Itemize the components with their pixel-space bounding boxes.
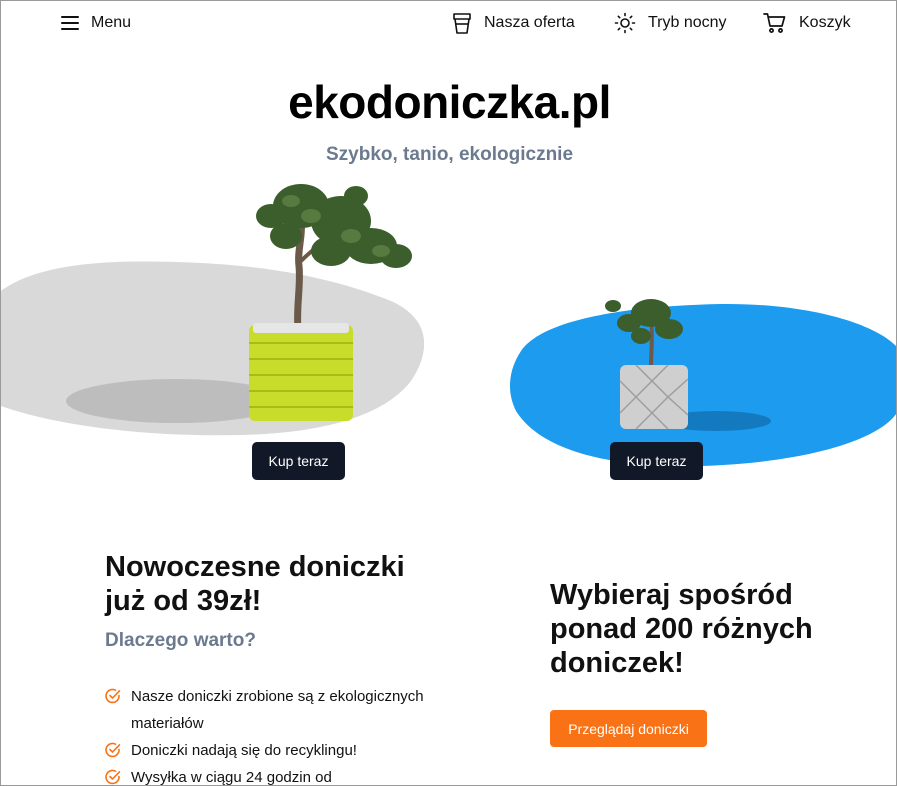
- list-item: Doniczki nadają się do recyklingu!: [105, 737, 425, 764]
- buy-now-button-2[interactable]: Kup teraz: [610, 442, 703, 480]
- browse-pots-button[interactable]: Przeglądaj doniczki: [550, 710, 707, 747]
- features-list: Nasze doniczki zrobione są z ekologiczny…: [105, 683, 425, 786]
- section-title-modern-pots: Nowoczesne doniczki już od 39zł!: [105, 551, 405, 617]
- feature-text: Doniczki nadają się do recyklingu!: [131, 742, 357, 759]
- list-item: Wysyłka w ciągu 24 godzin od: [105, 764, 425, 786]
- list-item: Nasze doniczki zrobione są z ekologiczny…: [105, 683, 425, 737]
- section-subtitle-why: Dlaczego warto?: [105, 630, 256, 651]
- check-circle-icon: [105, 688, 121, 704]
- buy-now-button-1[interactable]: Kup teraz: [252, 442, 345, 480]
- hero-illustration: [1, 184, 896, 467]
- product-2-backdrop: [510, 303, 896, 467]
- check-circle-icon: [105, 742, 121, 758]
- page-frame: Menu Nasza oferta Tryb nocny Koszyk ekod…: [0, 0, 897, 786]
- check-circle-icon: [105, 769, 121, 785]
- feature-text: Wysyłka w ciągu 24 godzin od: [131, 769, 332, 786]
- feature-text: Nasze doniczki zrobione są z ekologiczny…: [131, 688, 424, 732]
- section-title-choose: Wybieraj spośród ponad 200 różnych donic…: [550, 579, 813, 679]
